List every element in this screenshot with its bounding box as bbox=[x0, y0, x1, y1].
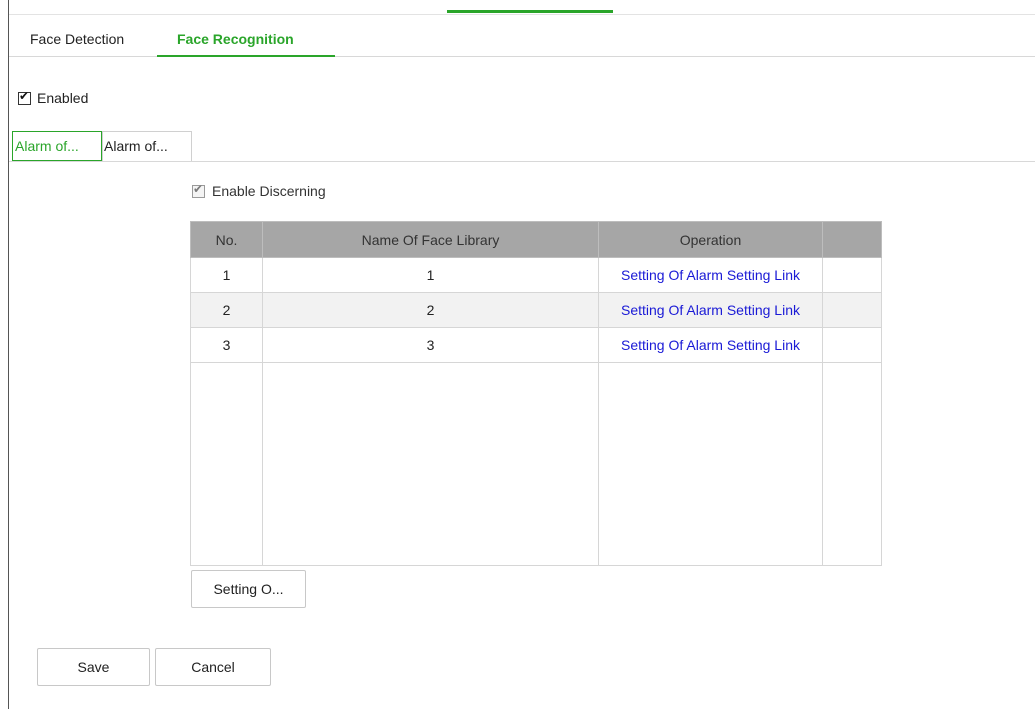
empty-cell bbox=[822, 362, 882, 566]
main-tab-bar: Face Detection Face Recognition bbox=[9, 22, 1035, 57]
active-tab-underline bbox=[157, 55, 335, 57]
cell-extra bbox=[822, 257, 882, 293]
column-header-name: Name Of Face Library bbox=[262, 221, 599, 258]
empty-cell bbox=[190, 362, 263, 566]
sub-tab-alarm-2[interactable]: Alarm of... bbox=[102, 131, 192, 161]
face-library-table: No. Name Of Face Library Operation 1 1 S… bbox=[190, 221, 882, 566]
enable-discerning-option[interactable]: ✔ Enable Discerning bbox=[192, 182, 326, 200]
alarm-sub-tab-bar: Alarm of... Alarm of... bbox=[9, 130, 1035, 162]
check-mark-icon: ✔ bbox=[193, 181, 204, 196]
table-row: 3 3 Setting Of Alarm Setting Link bbox=[190, 327, 882, 363]
cell-library-name: 1 bbox=[262, 257, 599, 293]
enable-discerning-label: Enable Discerning bbox=[212, 183, 326, 199]
alarm-setting-link[interactable]: Setting Of Alarm Setting Link bbox=[598, 292, 823, 328]
cell-no: 1 bbox=[190, 257, 263, 293]
cell-extra bbox=[822, 327, 882, 363]
alarm-setting-link[interactable]: Setting Of Alarm Setting Link bbox=[598, 327, 823, 363]
save-button[interactable]: Save bbox=[37, 648, 150, 686]
cell-no: 3 bbox=[190, 327, 263, 363]
top-divider bbox=[9, 14, 1035, 15]
empty-cell bbox=[262, 362, 599, 566]
column-header-operation: Operation bbox=[598, 221, 823, 258]
enabled-checkbox[interactable]: ✔ bbox=[18, 88, 31, 105]
column-header-extra bbox=[822, 221, 882, 258]
table-empty-area bbox=[190, 362, 882, 566]
setting-button[interactable]: Setting O... bbox=[191, 570, 306, 608]
enabled-label: Enabled bbox=[37, 90, 89, 106]
cell-library-name: 2 bbox=[262, 292, 599, 328]
check-mark-icon: ✔ bbox=[19, 88, 30, 103]
cancel-button[interactable]: Cancel bbox=[155, 648, 271, 686]
tab-face-detection[interactable]: Face Detection bbox=[30, 22, 124, 56]
table-header-row: No. Name Of Face Library Operation bbox=[190, 221, 882, 258]
table-row: 1 1 Setting Of Alarm Setting Link bbox=[190, 257, 882, 293]
cell-extra bbox=[822, 292, 882, 328]
sub-tab-alarm-1[interactable]: Alarm of... bbox=[12, 131, 102, 161]
top-accent-bar bbox=[447, 10, 613, 13]
column-header-no: No. bbox=[190, 221, 263, 258]
cell-library-name: 3 bbox=[262, 327, 599, 363]
enable-discerning-checkbox[interactable]: ✔ bbox=[192, 181, 205, 198]
enabled-option[interactable]: ✔ Enabled bbox=[18, 89, 88, 107]
frame-border bbox=[8, 0, 9, 709]
empty-cell bbox=[598, 362, 823, 566]
tab-face-recognition-label: Face Recognition bbox=[177, 31, 294, 47]
tab-face-recognition[interactable]: Face Recognition bbox=[157, 22, 335, 57]
cell-no: 2 bbox=[190, 292, 263, 328]
table-row: 2 2 Setting Of Alarm Setting Link bbox=[190, 292, 882, 328]
alarm-setting-link[interactable]: Setting Of Alarm Setting Link bbox=[598, 257, 823, 293]
